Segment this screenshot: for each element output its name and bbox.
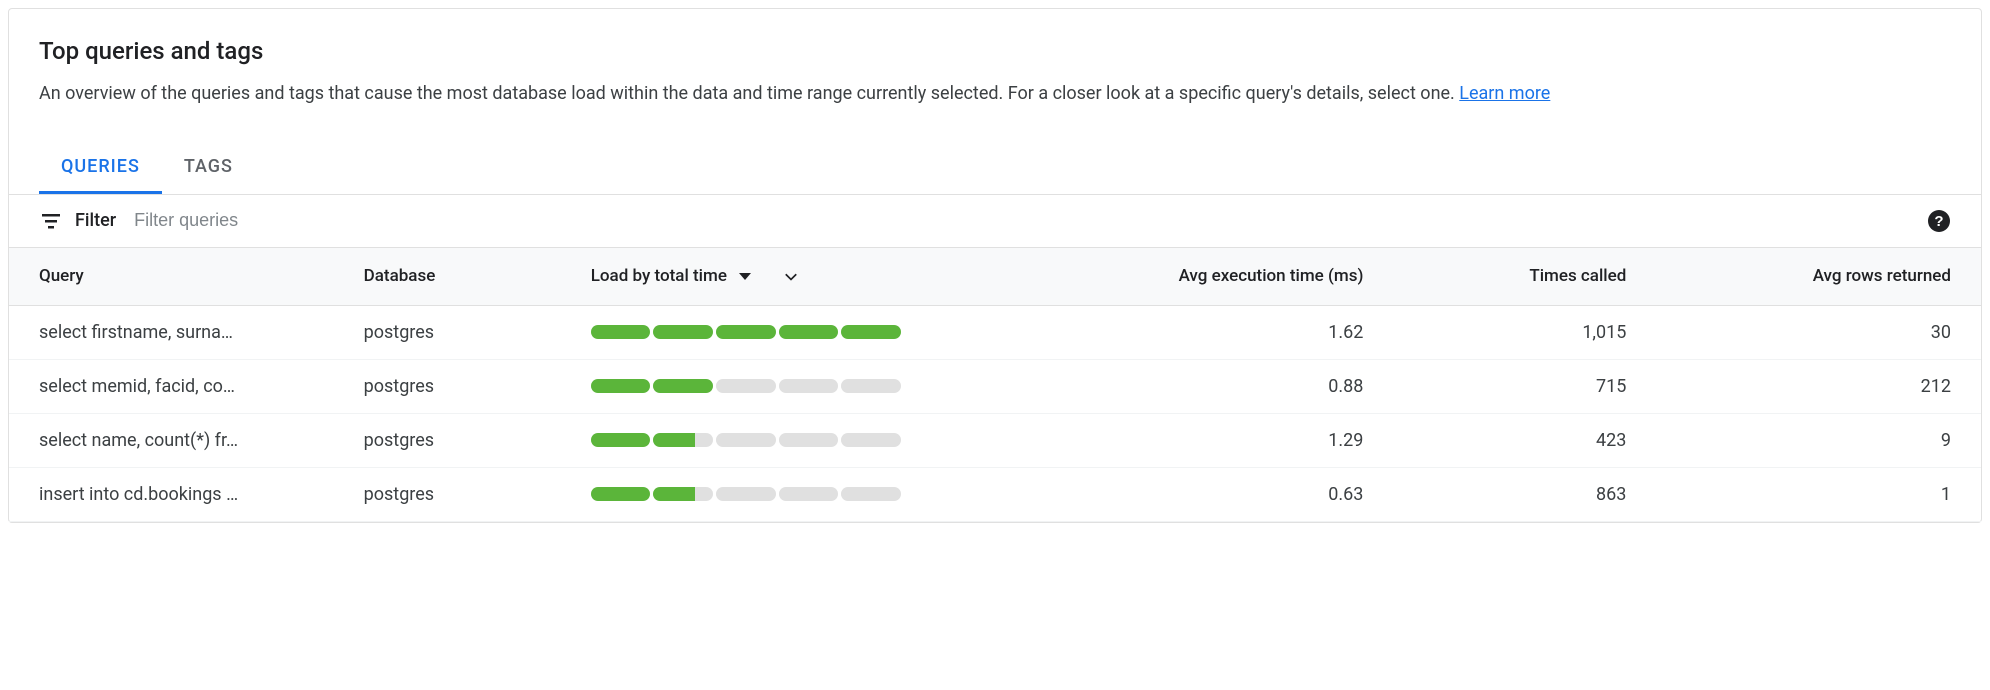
- help-icon[interactable]: ?: [1927, 209, 1951, 233]
- load-segment: [779, 379, 839, 393]
- column-query[interactable]: Query: [9, 248, 344, 306]
- load-segment: [841, 379, 901, 393]
- avg-exec-cell: 0.63: [1025, 467, 1384, 521]
- tab-queries[interactable]: QUERIES: [39, 142, 162, 194]
- load-bar: [591, 433, 901, 447]
- top-queries-card: Top queries and tags An overview of the …: [8, 8, 1982, 523]
- avg-exec-cell: 0.88: [1025, 359, 1384, 413]
- load-bar: [591, 487, 901, 501]
- load-segment: [653, 325, 713, 339]
- column-load-label: Load by total time: [591, 266, 727, 286]
- times-called-cell: 715: [1383, 359, 1646, 413]
- queries-table: Query Database Load by total time: [9, 248, 1981, 522]
- filter-input[interactable]: [134, 210, 1927, 231]
- load-segment: [653, 487, 713, 501]
- load-segment: [779, 487, 839, 501]
- query-cell[interactable]: select firstname, surna…: [9, 305, 344, 359]
- load-cell: [571, 413, 1025, 467]
- filter-icon: [39, 209, 63, 233]
- load-segment: [653, 379, 713, 393]
- header-section: Top queries and tags An overview of the …: [9, 9, 1981, 110]
- learn-more-link[interactable]: Learn more: [1459, 83, 1550, 104]
- query-cell[interactable]: insert into cd.bookings …: [9, 467, 344, 521]
- column-avg-exec[interactable]: Avg execution time (ms): [1025, 248, 1384, 306]
- load-cell: [571, 305, 1025, 359]
- load-bar: [591, 325, 901, 339]
- chevron-down-icon: [739, 273, 751, 280]
- times-called-cell: 863: [1383, 467, 1646, 521]
- load-segment: [716, 487, 776, 501]
- table-row[interactable]: select firstname, surna…postgres 1.621,01…: [9, 305, 1981, 359]
- load-segment: [716, 325, 776, 339]
- load-segment: [591, 379, 651, 393]
- database-cell: postgres: [344, 413, 571, 467]
- load-cell: [571, 359, 1025, 413]
- load-segment: [779, 325, 839, 339]
- load-segment: [591, 325, 651, 339]
- load-segment: [716, 433, 776, 447]
- avg-exec-cell: 1.29: [1025, 413, 1384, 467]
- load-segment: [716, 379, 776, 393]
- avg-rows-cell: 9: [1646, 413, 1981, 467]
- page-title: Top queries and tags: [39, 37, 1951, 65]
- avg-rows-cell: 30: [1646, 305, 1981, 359]
- times-called-cell: 1,015: [1383, 305, 1646, 359]
- column-avg-rows[interactable]: Avg rows returned: [1646, 248, 1981, 306]
- page-description: An overview of the queries and tags that…: [39, 79, 1951, 110]
- load-bar: [591, 379, 901, 393]
- filter-row: Filter ?: [9, 195, 1981, 248]
- avg-rows-cell: 212: [1646, 359, 1981, 413]
- tabs: QUERIES TAGS: [9, 142, 1981, 195]
- load-segment: [591, 487, 651, 501]
- tab-tags[interactable]: TAGS: [162, 142, 255, 194]
- column-database[interactable]: Database: [344, 248, 571, 306]
- filter-label: Filter: [75, 210, 116, 231]
- svg-text:?: ?: [1934, 213, 1943, 230]
- description-text: An overview of the queries and tags that…: [39, 83, 1459, 104]
- arrow-down-icon: [781, 264, 801, 289]
- column-times-called[interactable]: Times called: [1383, 248, 1646, 306]
- database-cell: postgres: [344, 467, 571, 521]
- table-header-row: Query Database Load by total time: [9, 248, 1981, 306]
- table-row[interactable]: insert into cd.bookings …postgres 0.63863…: [9, 467, 1981, 521]
- database-cell: postgres: [344, 359, 571, 413]
- avg-rows-cell: 1: [1646, 467, 1981, 521]
- load-segment: [841, 433, 901, 447]
- load-segment: [653, 433, 713, 447]
- load-segment: [841, 487, 901, 501]
- load-segment: [841, 325, 901, 339]
- table-row[interactable]: select memid, facid, co…postgres 0.887152…: [9, 359, 1981, 413]
- query-cell[interactable]: select name, count(*) fr…: [9, 413, 344, 467]
- times-called-cell: 423: [1383, 413, 1646, 467]
- database-cell: postgres: [344, 305, 571, 359]
- table-row[interactable]: select name, count(*) fr…postgres 1.29423…: [9, 413, 1981, 467]
- avg-exec-cell: 1.62: [1025, 305, 1384, 359]
- load-segment: [779, 433, 839, 447]
- query-cell[interactable]: select memid, facid, co…: [9, 359, 344, 413]
- load-cell: [571, 467, 1025, 521]
- column-load[interactable]: Load by total time: [571, 248, 1025, 306]
- load-segment: [591, 433, 651, 447]
